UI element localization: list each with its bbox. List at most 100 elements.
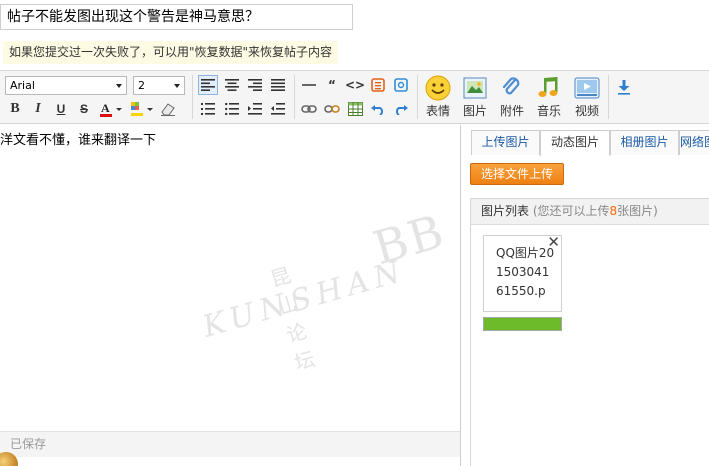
- ordered-list-icon: [201, 103, 215, 115]
- upload-quota-prefix: (您还可以上传: [532, 204, 610, 218]
- image-list: 图片列表 (您还可以上传8张图片) QQ图片20150304161550.p ✕: [470, 198, 709, 466]
- font-family-value: Arial: [10, 79, 35, 92]
- font-color-icon: A: [100, 101, 122, 117]
- price-tag-icon: [371, 78, 385, 92]
- ordered-list-button[interactable]: [198, 99, 218, 119]
- indent-icon: [248, 103, 262, 115]
- emoticon-button[interactable]: 表情: [420, 73, 456, 121]
- underline-icon: U: [56, 102, 66, 116]
- quote-button[interactable]: “: [322, 75, 342, 95]
- bold-button[interactable]: B: [5, 99, 25, 119]
- toolbar-divider: [294, 75, 295, 119]
- attachment-label: 附件: [499, 104, 524, 118]
- download-icon: [618, 80, 630, 95]
- remove-link-button[interactable]: [322, 99, 342, 119]
- code-button[interactable]: <>: [345, 75, 365, 95]
- music-note-icon: [538, 77, 558, 97]
- save-status: 已保存: [10, 437, 47, 451]
- video-button[interactable]: 视频: [569, 73, 605, 121]
- post-title-input[interactable]: 帖子不能发图出现这个警告是神马意思？: [0, 4, 353, 30]
- background-color-icon: [131, 102, 153, 116]
- upload-quota-suffix: 张图片): [617, 204, 658, 218]
- hide-content-icon: [394, 78, 408, 92]
- image-list-title: 图片列表: [481, 204, 530, 218]
- unlink-icon: [324, 105, 340, 113]
- bold-icon: B: [10, 101, 20, 116]
- image-icon: [463, 77, 487, 99]
- link-icon: [301, 105, 317, 113]
- tab-web-image[interactable]: 网络图片: [679, 130, 709, 155]
- editor-content-area[interactable]: 洋文看不懂，谁来翻译一下 昆山论坛 KUNSHAN BB: [0, 125, 460, 430]
- sell-content-button[interactable]: [368, 75, 388, 95]
- watermark-bb-text: BB: [367, 203, 451, 276]
- font-size-select[interactable]: 2: [133, 76, 185, 95]
- font-color-button[interactable]: A: [97, 99, 125, 119]
- background-color-button[interactable]: [128, 99, 156, 119]
- quote-icon: “: [328, 78, 336, 92]
- tab-dynamic-image[interactable]: 动态图片: [540, 130, 610, 156]
- outdent-icon: [271, 103, 285, 115]
- hide-content-button[interactable]: [391, 75, 411, 95]
- upload-progress-bar: [483, 317, 562, 331]
- tab-album-image[interactable]: 相册图片: [610, 130, 679, 155]
- image-file-name: QQ图片20150304161550.p: [496, 246, 555, 298]
- emoticon-label: 表情: [425, 104, 450, 118]
- editor-toolbar: Arial 2 “ <> B I U S A 表情 图片 附件 音乐 视频: [0, 70, 709, 124]
- eraser-icon: [161, 103, 175, 116]
- watermark-cn-text: 昆山论坛: [267, 262, 320, 376]
- insert-link-button[interactable]: [299, 99, 319, 119]
- editor-status-bar: 已保存: [0, 431, 460, 457]
- smiley-icon: [425, 75, 451, 101]
- undo-icon: [371, 105, 384, 115]
- image-button[interactable]: 图片: [457, 73, 493, 121]
- video-icon: [574, 77, 600, 99]
- toolbar-divider: [608, 75, 609, 119]
- font-family-select[interactable]: Arial: [5, 76, 127, 95]
- image-upload-panel: 上传图片 动态图片 相册图片 网络图片 选择文件上传 图片列表 (您还可以上传8…: [460, 125, 709, 466]
- horizontal-rule-button[interactable]: [299, 75, 319, 95]
- upload-progress-fill: [484, 318, 561, 330]
- table-icon: [347, 102, 363, 116]
- code-icon: <>: [344, 78, 366, 92]
- tab-upload-image[interactable]: 上传图片: [471, 130, 540, 155]
- align-right-button[interactable]: [245, 75, 265, 95]
- underline-button[interactable]: U: [51, 99, 71, 119]
- font-size-value: 2: [138, 79, 145, 92]
- svg-text:A: A: [101, 101, 110, 115]
- unordered-list-button[interactable]: [222, 99, 242, 119]
- image-thumbnail[interactable]: QQ图片20150304161550.p ✕: [483, 233, 562, 312]
- music-button[interactable]: 音乐: [531, 73, 567, 121]
- download-button[interactable]: [614, 77, 634, 97]
- align-center-icon: [225, 79, 239, 91]
- align-right-icon: [248, 79, 262, 91]
- justify-button[interactable]: [268, 75, 288, 95]
- watermark-en-text: KUNSHAN: [198, 253, 410, 345]
- select-file-upload-button[interactable]: 选择文件上传: [470, 163, 564, 185]
- italic-button[interactable]: I: [28, 99, 48, 119]
- unordered-list-icon: [225, 103, 239, 115]
- close-icon[interactable]: ✕: [547, 233, 560, 251]
- attachment-button[interactable]: 附件: [494, 73, 530, 121]
- chevron-down-icon: [116, 84, 122, 88]
- insert-table-button[interactable]: [345, 99, 365, 119]
- indent-button[interactable]: [245, 99, 265, 119]
- image-label: 图片: [462, 104, 487, 118]
- redo-icon: [395, 105, 408, 115]
- align-left-icon: [201, 79, 215, 91]
- align-center-button[interactable]: [222, 75, 242, 95]
- strikethrough-icon: S: [79, 102, 88, 116]
- horizontal-rule-icon: [302, 84, 316, 86]
- clear-format-button[interactable]: [158, 99, 178, 119]
- redo-button[interactable]: [391, 99, 411, 119]
- editor-text: 洋文看不懂，谁来翻译一下: [0, 133, 157, 148]
- paperclip-icon: [502, 77, 520, 95]
- toolbar-divider: [417, 75, 418, 119]
- outdent-button[interactable]: [268, 99, 288, 119]
- align-left-button[interactable]: [198, 75, 218, 95]
- chevron-down-icon: [174, 84, 180, 88]
- undo-button[interactable]: [368, 99, 388, 119]
- image-list-header: 图片列表 (您还可以上传8张图片): [471, 199, 709, 225]
- image-tabs: 上传图片 动态图片 相册图片 网络图片: [471, 130, 709, 156]
- restore-data-tip: 如果您提交过一次失败了，可以用"恢复数据"来恢复帖子内容: [3, 41, 339, 64]
- strikethrough-button[interactable]: S: [74, 99, 94, 119]
